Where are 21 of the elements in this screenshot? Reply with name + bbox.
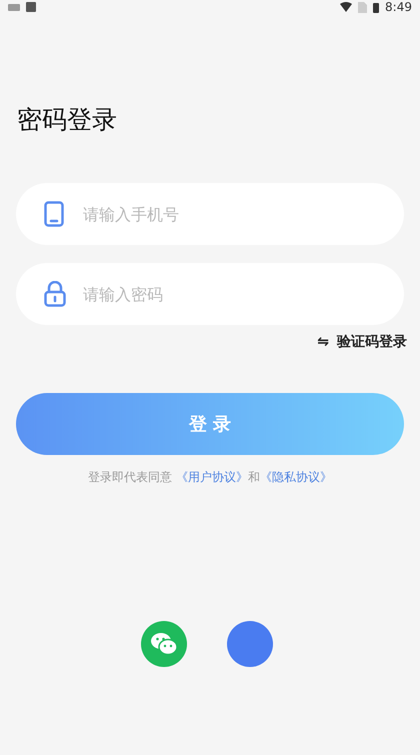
no-sim-icon — [358, 2, 368, 12]
page-title: 密码登录 — [17, 104, 118, 136]
wifi-icon — [340, 2, 352, 12]
privacy-link[interactable]: 《隐私协议》 — [260, 470, 332, 484]
social-login-button[interactable] — [227, 621, 273, 667]
user-agreement-link[interactable]: 《用户协议》 — [176, 470, 248, 484]
login-button[interactable]: 登 录 — [16, 393, 404, 455]
password-input[interactable]: 请输入密码 — [16, 263, 404, 325]
battery-icon — [373, 2, 380, 12]
wechat-login-button[interactable] — [141, 621, 187, 667]
sms-login-link[interactable]: ⇋ 验证码登录 — [317, 333, 407, 351]
app-notification-icon — [26, 2, 36, 12]
sms-login-label: 验证码登录 — [337, 333, 407, 351]
notification-icon — [8, 2, 20, 12]
agreement-text: 登录即代表同意 《用户协议》和《隐私协议》 — [87, 469, 333, 486]
switch-icon: ⇋ — [317, 334, 329, 350]
phone-icon — [44, 201, 64, 227]
phone-input[interactable]: 请输入手机号 — [16, 183, 404, 245]
chat-bubbles-icon — [150, 632, 178, 656]
status-time: 8:49 — [385, 0, 412, 14]
lock-icon — [44, 281, 66, 307]
